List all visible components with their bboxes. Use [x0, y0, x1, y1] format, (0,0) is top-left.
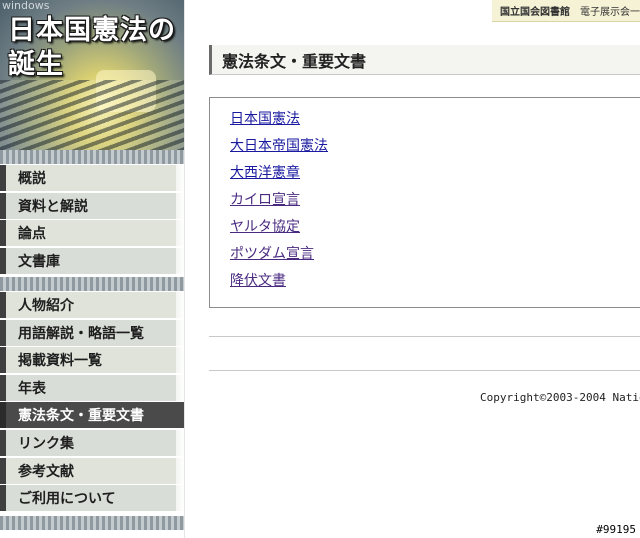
site-title-line-2: 誕生 [8, 49, 64, 80]
sidebar-item-label: 文書庫 [18, 253, 60, 270]
divider-strip [0, 277, 184, 291]
document-link[interactable]: 大日本帝国憲法 [230, 138, 328, 154]
sidebar-item-links[interactable]: リンク集 [0, 429, 184, 456]
sidebar-menu-secondary: 人物紹介 用語解説・略語一覧 掲載資料一覧 年表 憲法条文・重要文書 リンク集 … [0, 292, 184, 513]
exhibit-list-link[interactable]: 電子展示会一覧 [580, 3, 640, 18]
menu-edge [176, 165, 184, 191]
sidebar-item-issues[interactable]: 論点 [0, 220, 184, 247]
sidebar-item-chronology[interactable]: 年表 [0, 374, 184, 401]
document-link[interactable]: 日本国憲法 [230, 111, 300, 127]
list-item: ポツダム宣言 [230, 243, 328, 270]
site-banner[interactable]: windows 日本国憲法の 誕生 [0, 0, 184, 150]
library-link[interactable]: 国立国会図書館 [500, 3, 570, 18]
copyright-text: Copyright©2003-2004 National [480, 391, 640, 404]
menu-edge [176, 429, 184, 456]
sidebar-item-label: 年表 [18, 380, 46, 397]
sidebar-item-materials[interactable]: 資料と解説 [0, 192, 184, 219]
sidebar-item-overview[interactable]: 概説 [0, 165, 184, 191]
document-link[interactable]: ヤルタ協定 [230, 219, 300, 235]
list-item: 日本国憲法 [230, 108, 328, 135]
divider-strip [0, 150, 184, 164]
page-title: 憲法条文・重要文書 [209, 45, 640, 75]
document-link[interactable]: 大西洋憲章 [230, 165, 300, 181]
sidebar-item-label: 参考文献 [18, 463, 74, 480]
list-item: カイロ宣言 [230, 189, 328, 216]
document-list: 日本国憲法 大日本帝国憲法 大西洋憲章 カイロ宣言 ヤルタ協定 ポツダム宣言 降… [230, 108, 328, 297]
sidebar-item-label: 憲法条文・重要文書 [18, 408, 144, 425]
document-link[interactable]: ポツダム宣言 [230, 246, 314, 262]
divider [209, 370, 640, 371]
menu-edge [176, 220, 184, 247]
menu-edge [176, 247, 184, 274]
sidebar-item-people[interactable]: 人物紹介 [0, 292, 184, 318]
sidebar-item-documents[interactable]: 憲法条文・重要文書 [0, 402, 184, 429]
document-list-box: 日本国憲法 大日本帝国憲法 大西洋憲章 カイロ宣言 ヤルタ協定 ポツダム宣言 降… [209, 97, 640, 308]
sidebar-item-label: 掲載資料一覧 [18, 353, 102, 370]
sidebar-item-label: 人物紹介 [18, 298, 74, 314]
sidebar-item-archive[interactable]: 文書庫 [0, 247, 184, 274]
list-item: 大日本帝国憲法 [230, 135, 328, 162]
sidebar-item-label: 論点 [18, 226, 46, 243]
menu-edge [176, 292, 184, 318]
image-id-label: #99195 [596, 523, 636, 536]
sidebar-item-label: ご利用について [18, 491, 116, 508]
list-item: 大西洋憲章 [230, 162, 328, 189]
sidebar-item-label: リンク集 [18, 435, 74, 452]
document-link[interactable]: カイロ宣言 [230, 192, 300, 208]
sidebar-item-references[interactable]: 参考文献 [0, 457, 184, 484]
menu-edge [176, 192, 184, 219]
sidebar-item-glossary[interactable]: 用語解説・略語一覧 [0, 319, 184, 346]
menu-edge [176, 485, 184, 512]
document-link[interactable]: 降伏文書 [230, 273, 286, 289]
menu-edge [176, 347, 184, 374]
sidebar: windows 日本国憲法の 誕生 概説 資料と解説 論点 文書庫 人物紹介 用… [0, 0, 185, 538]
banner-assembly-hall-image [0, 80, 184, 150]
menu-edge [176, 319, 184, 346]
list-item: ヤルタ協定 [230, 216, 328, 243]
sidebar-item-label: 資料と解説 [18, 198, 88, 215]
header-bar: 国立国会図書館 電子展示会一覧 [492, 0, 640, 22]
sidebar-item-label: 用語解説・略語一覧 [18, 325, 144, 342]
menu-edge [176, 457, 184, 484]
sidebar-item-label: 概説 [18, 171, 46, 187]
sidebar-menu-primary: 概説 資料と解説 論点 文書庫 [0, 165, 184, 275]
list-item: 降伏文書 [230, 270, 328, 297]
sidebar-item-materials-list[interactable]: 掲載資料一覧 [0, 347, 184, 374]
divider [209, 336, 640, 337]
sidebar-item-terms-of-use[interactable]: ご利用について [0, 485, 184, 512]
menu-edge [176, 374, 184, 401]
divider-strip [0, 516, 184, 530]
